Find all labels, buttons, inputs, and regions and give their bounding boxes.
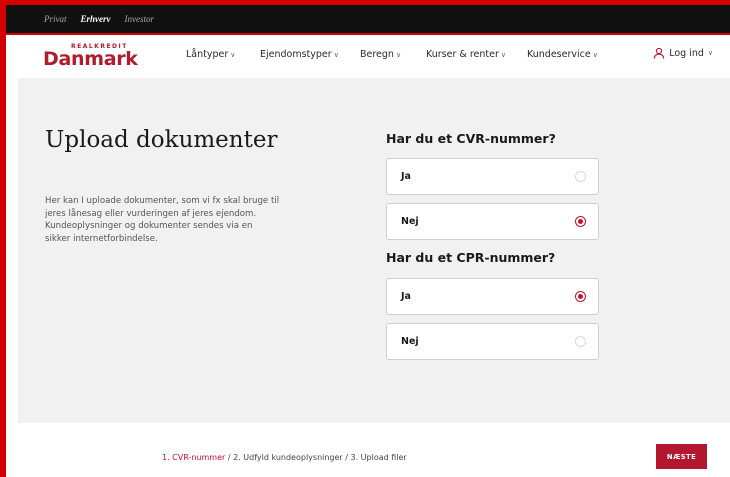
nav-item-label: Kurser & renter xyxy=(426,49,499,60)
cvr-question-title: Har du et CVR-nummer? xyxy=(386,131,556,146)
main-content: Upload dokumenter Her kan I uploade doku… xyxy=(18,78,730,423)
progress-steps: 1. CVR-nummer / 2. Udfyld kundeoplysning… xyxy=(162,453,407,462)
radio-button-selected[interactable] xyxy=(575,291,586,302)
option-label: Ja xyxy=(401,171,411,182)
radio-button-unselected[interactable] xyxy=(575,171,586,182)
user-icon xyxy=(653,47,665,59)
chevron-down-icon: ∨ xyxy=(500,51,506,59)
radio-button-selected[interactable] xyxy=(575,216,586,227)
current-step: 1. CVR-nummer xyxy=(162,453,226,462)
cpr-question-title: Har du et CPR-nummer? xyxy=(386,250,556,265)
cvr-option-nej[interactable]: Nej xyxy=(386,203,599,240)
cvr-option-ja[interactable]: Ja xyxy=(386,158,599,195)
login-label: Log ind xyxy=(669,47,704,59)
segment-link-privat[interactable]: Privat xyxy=(44,14,67,24)
page-description: Her kan I uploade dokumenter, som vi fx … xyxy=(45,196,280,244)
segment-link-erhverv[interactable]: Erhverv xyxy=(81,14,111,24)
radio-button-unselected[interactable] xyxy=(575,336,586,347)
nav-item-laantyper[interactable]: Låntyper ∨ xyxy=(186,49,235,60)
nav-item-label: Kundeservice xyxy=(527,49,591,60)
login-button[interactable]: Log ind ∨ xyxy=(653,47,713,59)
site-header: REALKREDIT Danmark Låntyper ∨ Ejendomstyp… xyxy=(6,35,730,77)
nav-item-ejendomstyper[interactable]: Ejendomstyper ∨ xyxy=(260,49,339,60)
chevron-down-icon: ∨ xyxy=(592,51,598,59)
nav-item-beregn[interactable]: Beregn ∨ xyxy=(360,49,401,60)
nav-item-kundeservice[interactable]: Kundeservice ∨ xyxy=(527,49,598,60)
nav-item-kurser-renter[interactable]: Kurser & renter ∨ xyxy=(426,49,506,60)
option-label: Nej xyxy=(401,216,419,227)
logo-main-text: Danmark xyxy=(43,48,138,70)
cpr-option-ja[interactable]: Ja xyxy=(386,278,599,315)
brand-logo[interactable]: REALKREDIT Danmark xyxy=(43,43,138,69)
cpr-option-nej[interactable]: Nej xyxy=(386,323,599,360)
nav-item-label: Beregn xyxy=(360,49,394,60)
option-label: Ja xyxy=(401,291,411,302)
remaining-steps: / 2. Udfyld kundeoplysninger / 3. Upload… xyxy=(225,453,407,462)
segment-link-investor[interactable]: Investor xyxy=(125,14,155,24)
option-label: Nej xyxy=(401,336,419,347)
chevron-down-icon: ∨ xyxy=(230,51,236,59)
chevron-down-icon: ∨ xyxy=(333,51,339,59)
chevron-down-icon: ∨ xyxy=(707,49,713,57)
page-title: Upload dokumenter xyxy=(45,127,278,153)
segment-bar: Privat Erhverv Investor xyxy=(6,5,730,33)
nav-item-label: Låntyper xyxy=(186,49,229,60)
nav-item-label: Ejendomstyper xyxy=(260,49,332,60)
next-button[interactable]: NÆSTE xyxy=(656,444,707,469)
chevron-down-icon: ∨ xyxy=(395,51,402,59)
